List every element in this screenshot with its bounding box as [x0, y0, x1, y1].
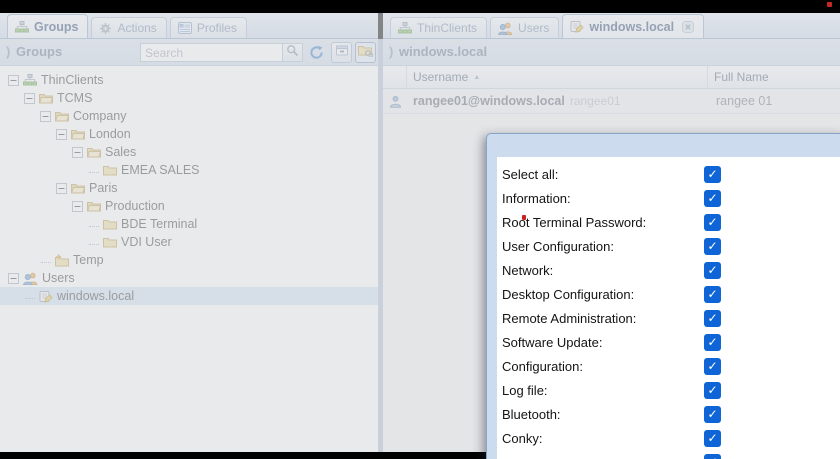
checkbox-row-log-file: Log file: ✓ — [497, 378, 840, 402]
checkbox-label: User Configuration: — [497, 239, 614, 254]
checkbox-log-file[interactable]: ✓ — [704, 382, 721, 399]
checkbox-list: Select all:✓Information:✓Root Terminal P… — [497, 162, 840, 459]
checkbox-label: Remote Administration: — [497, 311, 636, 326]
checkbox-select-all[interactable]: ✓ — [704, 166, 721, 183]
checkbox-information[interactable]: ✓ — [704, 190, 721, 207]
checkbox-label: Root Terminal Password: — [497, 215, 646, 230]
window-chrome-bottom — [0, 452, 486, 459]
checkbox-row-user-configuration: User Configuration: ✓ — [497, 234, 840, 258]
red-speck — [827, 2, 832, 7]
checkbox-desktop-configuration[interactable]: ✓ — [704, 286, 721, 303]
checkbox-partial[interactable]: ✓ — [704, 454, 721, 459]
window-chrome-top — [0, 0, 840, 13]
checkbox-label: Conky: — [497, 431, 542, 446]
checkbox-label: Software Update: — [497, 335, 602, 350]
checkbox-row-information: Information: ✓ — [497, 186, 840, 210]
checkbox-row-configuration: Configuration: ✓ — [497, 354, 840, 378]
checkbox-user-configuration[interactable]: ✓ — [704, 238, 721, 255]
checkbox-row-root-terminal-password: Root Terminal Password: ✓ — [497, 210, 840, 234]
checkbox-row-conky: Conky: ✓ — [497, 426, 840, 450]
checkbox-label: Network: — [497, 263, 553, 278]
checkbox-label: Configuration: — [497, 359, 583, 374]
checkbox-software-update[interactable]: ✓ — [704, 334, 721, 351]
checkbox-label: Select all: — [497, 167, 558, 182]
checkbox-row-bluetooth: Bluetooth: ✓ — [497, 402, 840, 426]
checkbox-label: Information: — [497, 191, 571, 206]
checkbox-row-network: Network: ✓ — [497, 258, 840, 282]
checkbox-root-terminal-password[interactable]: ✓ — [704, 214, 721, 231]
checkbox-row-software-update: Software Update: ✓ — [497, 330, 840, 354]
screen: GroupsActionsProfiles ) Groups ThinClien… — [0, 0, 840, 459]
settings-dialog: Select all:✓Information:✓Root Terminal P… — [486, 133, 840, 459]
checkbox-label: Bluetooth: — [497, 407, 561, 422]
checkbox-configuration[interactable]: ✓ — [704, 358, 721, 375]
checkbox-row-desktop-configuration: Desktop Configuration: ✓ — [497, 282, 840, 306]
checkbox-row-select-all: Select all: ✓ — [497, 162, 840, 186]
checkbox-conky[interactable]: ✓ — [704, 430, 721, 447]
checkbox-remote-administration[interactable]: ✓ — [704, 310, 721, 327]
checkbox-row-partial: ✓ — [497, 450, 840, 459]
checkbox-label: Log file: — [497, 383, 548, 398]
checkbox-row-remote-administration: Remote Administration: ✓ — [497, 306, 840, 330]
checkbox-bluetooth[interactable]: ✓ — [704, 406, 721, 423]
checkbox-label: Desktop Configuration: — [497, 287, 634, 302]
settings-dialog-body: Select all:✓Information:✓Root Terminal P… — [497, 157, 840, 459]
checkbox-network[interactable]: ✓ — [704, 262, 721, 279]
